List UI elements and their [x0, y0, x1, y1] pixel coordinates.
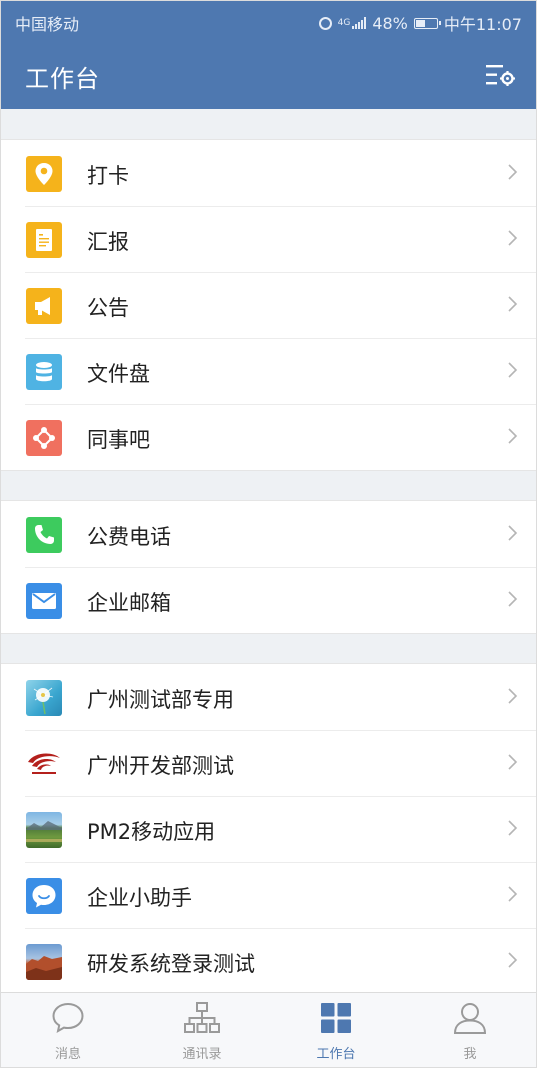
document-icon: [26, 222, 62, 258]
menu-item-label: PM2移动应用: [87, 820, 216, 844]
chevron-right-icon: [508, 164, 518, 180]
landscape-photo-icon: [26, 812, 62, 848]
menu-item-label: 广州开发部测试: [87, 754, 234, 778]
location-pin-icon: [26, 156, 62, 192]
tab-label: 通讯录: [182, 1047, 222, 1062]
menu-item-rd-login-test[interactable]: 研发系统登录测试: [1, 928, 536, 994]
list-settings-icon[interactable]: [486, 63, 516, 87]
chevron-right-icon: [508, 362, 518, 378]
signal-icon: [352, 17, 367, 29]
carrier-name: 中国移动: [15, 15, 80, 34]
chevron-right-icon: [508, 754, 518, 770]
section-basic-tools: 打卡 汇报 公告 文件盘 同事吧: [1, 139, 536, 471]
menu-item-label: 同事吧: [87, 428, 150, 452]
menu-item-business-phone[interactable]: 公费电话: [1, 501, 536, 567]
megaphone-icon: [26, 288, 62, 324]
clock: 中午11:07: [443, 15, 522, 34]
chevron-right-icon: [508, 886, 518, 902]
menu-item-label: 公费电话: [87, 525, 171, 549]
chevron-right-icon: [508, 952, 518, 968]
tab-label: 消息: [54, 1047, 81, 1062]
share-nodes-icon: [26, 420, 62, 456]
chevron-right-icon: [508, 230, 518, 246]
chat-icon: [52, 1002, 84, 1033]
mail-icon: [26, 583, 62, 619]
chevron-right-icon: [508, 525, 518, 541]
battery-icon: [413, 17, 441, 29]
tab-contacts[interactable]: 通讯录: [135, 993, 269, 1067]
dandelion-photo-icon: [26, 680, 62, 716]
bottom-tab-bar: 消息 通讯录 工作台 我: [1, 992, 536, 1067]
menu-item-guangzhou-dev-dept[interactable]: 广州开发部测试: [1, 730, 536, 796]
grid-icon: [321, 1003, 351, 1033]
menu-item-pm2-mobile-app[interactable]: PM2移动应用: [1, 796, 536, 862]
app-header: 工作台: [1, 39, 536, 109]
menu-item-label: 企业邮箱: [87, 591, 171, 615]
menu-item-label: 汇报: [87, 230, 129, 254]
menu-item-label: 企业小助手: [87, 886, 192, 910]
section-custom-apps: 广州测试部专用 广州开发部测试 PM2移动应用 企业小助手 研发系统登录测试: [1, 663, 536, 995]
tab-label: 工作台: [316, 1047, 356, 1062]
section-communication: 公费电话 企业邮箱: [1, 500, 536, 634]
menu-item-label: 研发系统登录测试: [87, 952, 255, 976]
tab-me[interactable]: 我: [403, 993, 536, 1067]
tab-messages[interactable]: 消息: [1, 993, 135, 1067]
menu-item-label: 文件盘: [87, 362, 150, 386]
chevron-right-icon: [508, 428, 518, 444]
page-title: 工作台: [25, 65, 100, 93]
menu-item-label: 公告: [87, 296, 129, 320]
chevron-right-icon: [508, 820, 518, 836]
status-bar: 中国移动 4G 48% 中午11:07: [1, 1, 536, 39]
menu-item-report[interactable]: 汇报: [1, 206, 536, 272]
database-icon: [26, 354, 62, 390]
menu-item-clock-in[interactable]: 打卡: [1, 140, 536, 206]
battery-percent: 48%: [372, 13, 408, 33]
chevron-right-icon: [508, 688, 518, 704]
menu-item-colleague-forum[interactable]: 同事吧: [1, 404, 536, 470]
status-right: 4G 48% 中午11:07: [318, 11, 522, 35]
network-type: 4G: [337, 17, 351, 28]
tab-workbench[interactable]: 工作台: [269, 993, 403, 1067]
menu-item-enterprise-mail[interactable]: 企业邮箱: [1, 567, 536, 633]
menu-item-file-drive[interactable]: 文件盘: [1, 338, 536, 404]
phone-icon: [26, 517, 62, 553]
chat-bubble-icon: [26, 878, 62, 914]
red-logo-icon: [26, 746, 62, 782]
person-icon: [453, 1003, 487, 1034]
menu-item-enterprise-assistant[interactable]: 企业小助手: [1, 862, 536, 928]
alarm-icon: [318, 16, 332, 30]
chevron-right-icon: [508, 296, 518, 312]
tab-label: 我: [463, 1047, 477, 1062]
menu-item-guangzhou-test-dept[interactable]: 广州测试部专用: [1, 664, 536, 730]
menu-item-label: 广州测试部专用: [87, 688, 234, 712]
chevron-right-icon: [508, 591, 518, 607]
menu-item-announcement[interactable]: 公告: [1, 272, 536, 338]
org-chart-icon: [184, 1002, 220, 1033]
menu-item-label: 打卡: [87, 164, 129, 188]
canyon-photo-icon: [26, 944, 62, 980]
app-frame: 中国移动 4G 48% 中午11:07 工作台 打卡 汇报 公告 文件盘 同事吧…: [0, 0, 537, 1068]
